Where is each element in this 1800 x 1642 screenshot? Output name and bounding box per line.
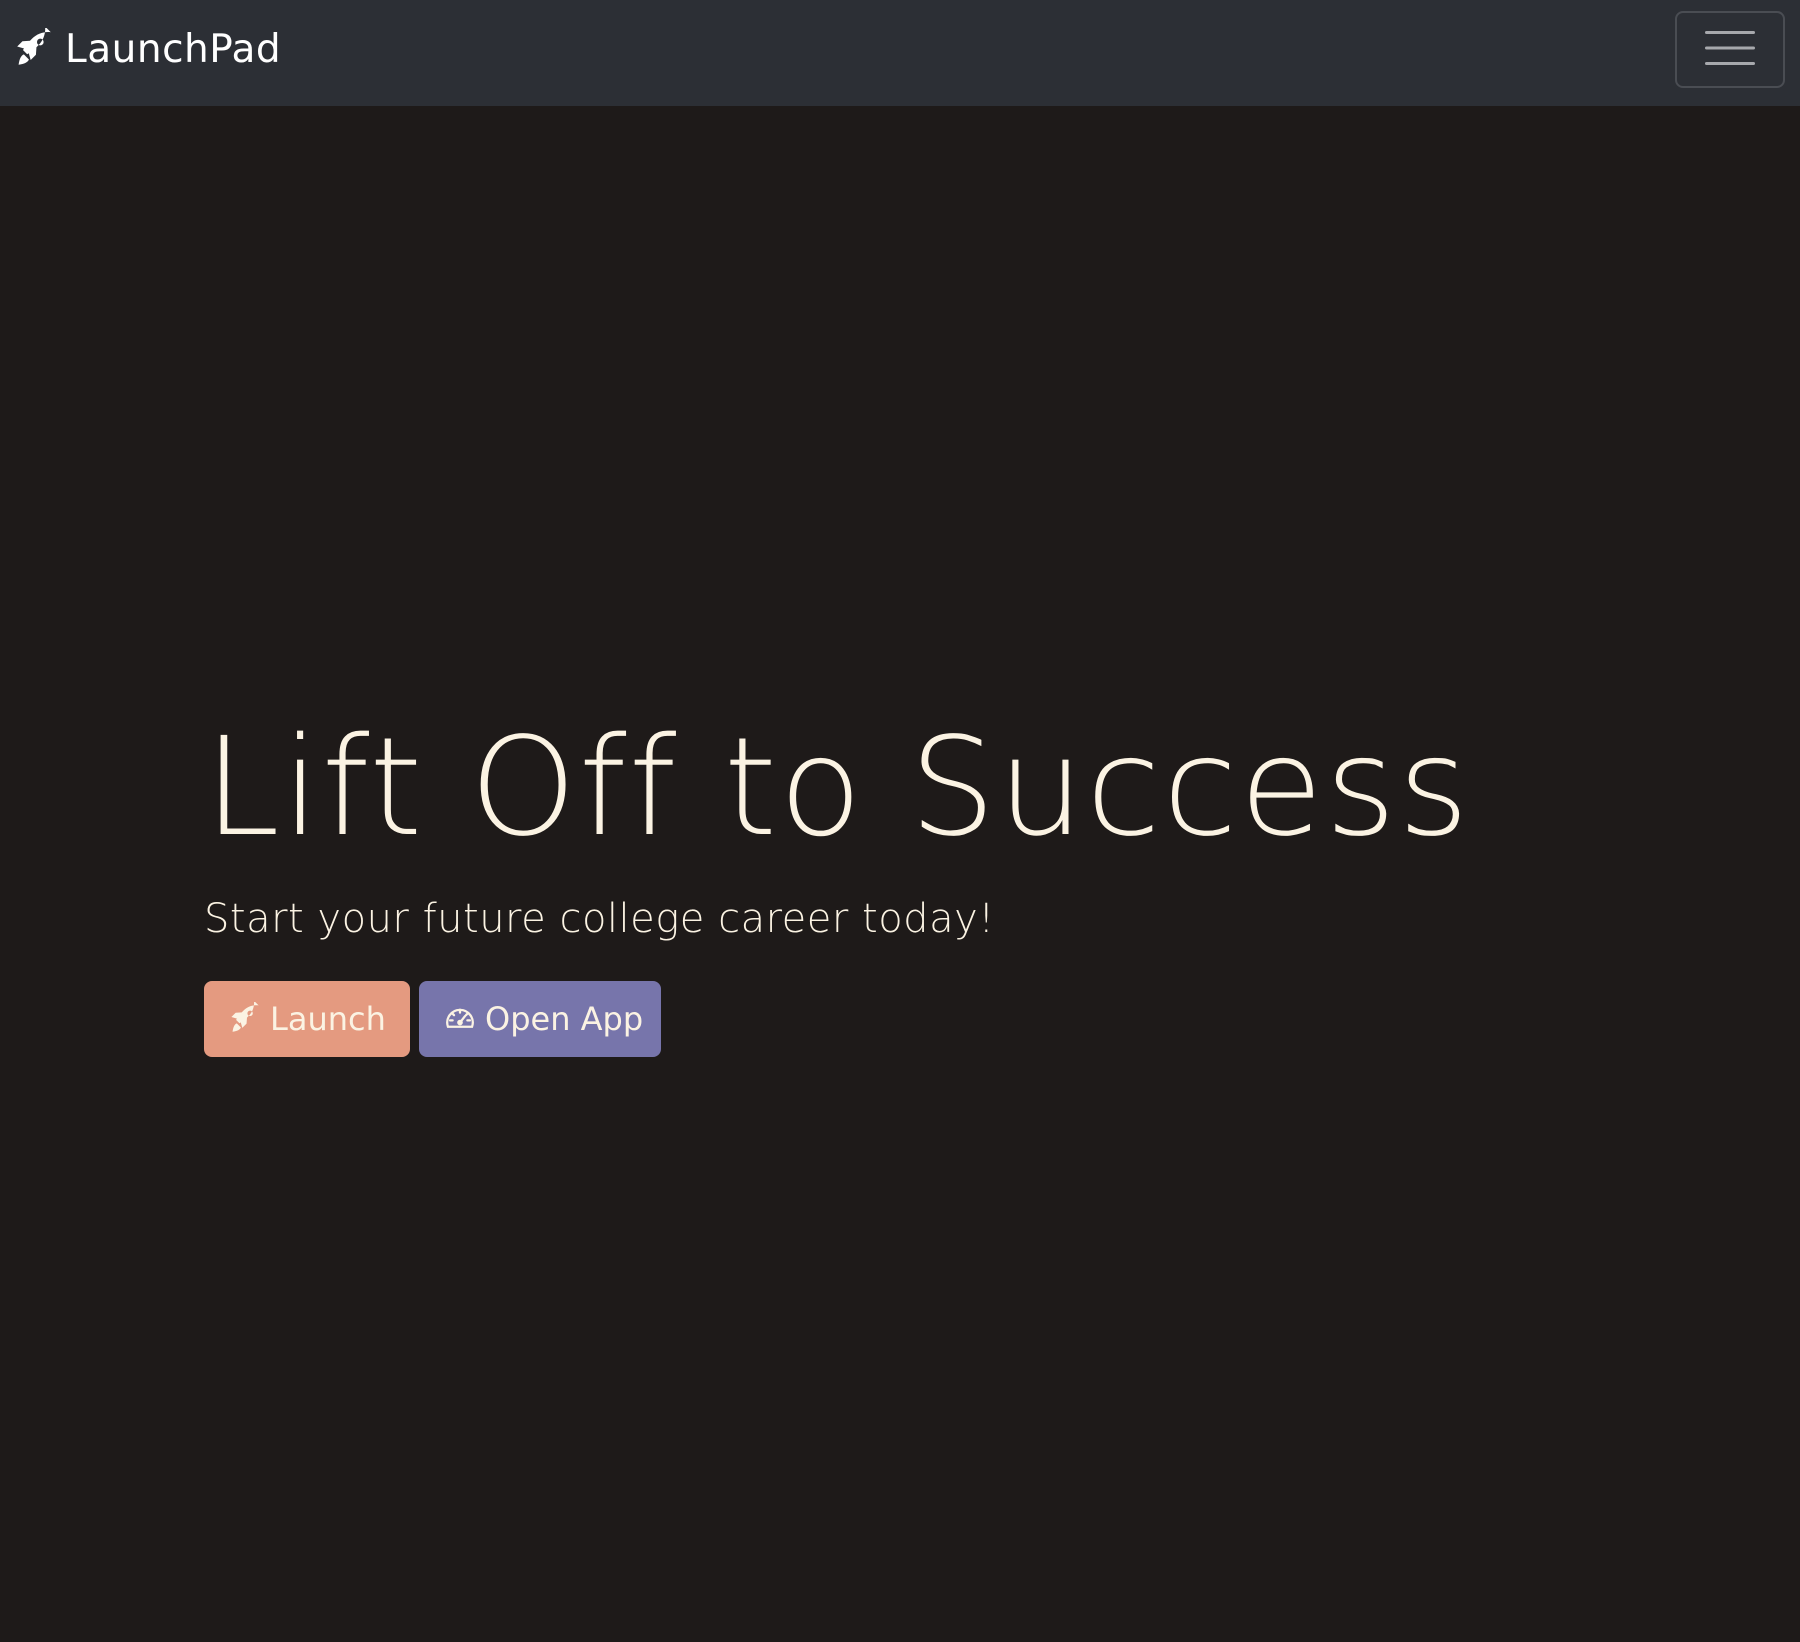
hero-actions: Launch Open App [204, 981, 661, 1057]
rocket-icon [13, 26, 55, 70]
open-app-button-label: Open App [485, 1000, 644, 1038]
menu-toggle-button[interactable] [1675, 11, 1785, 88]
hero-title: Lift Off to Success [204, 709, 1471, 867]
rocket-icon [228, 1000, 262, 1036]
launch-button[interactable]: Launch [204, 981, 410, 1057]
hero-subtitle: Start your future college career today! [204, 896, 995, 942]
top-navbar: LaunchPad [0, 0, 1800, 106]
brand-name: LaunchPad [65, 26, 282, 72]
brand-link[interactable]: LaunchPad [13, 24, 281, 74]
launch-button-label: Launch [270, 1000, 386, 1038]
speedometer-icon [443, 1002, 477, 1036]
open-app-button[interactable]: Open App [419, 981, 661, 1057]
hamburger-menu-icon [1705, 29, 1755, 70]
hero-section: Lift Off to Success Start your future co… [204, 720, 1471, 942]
